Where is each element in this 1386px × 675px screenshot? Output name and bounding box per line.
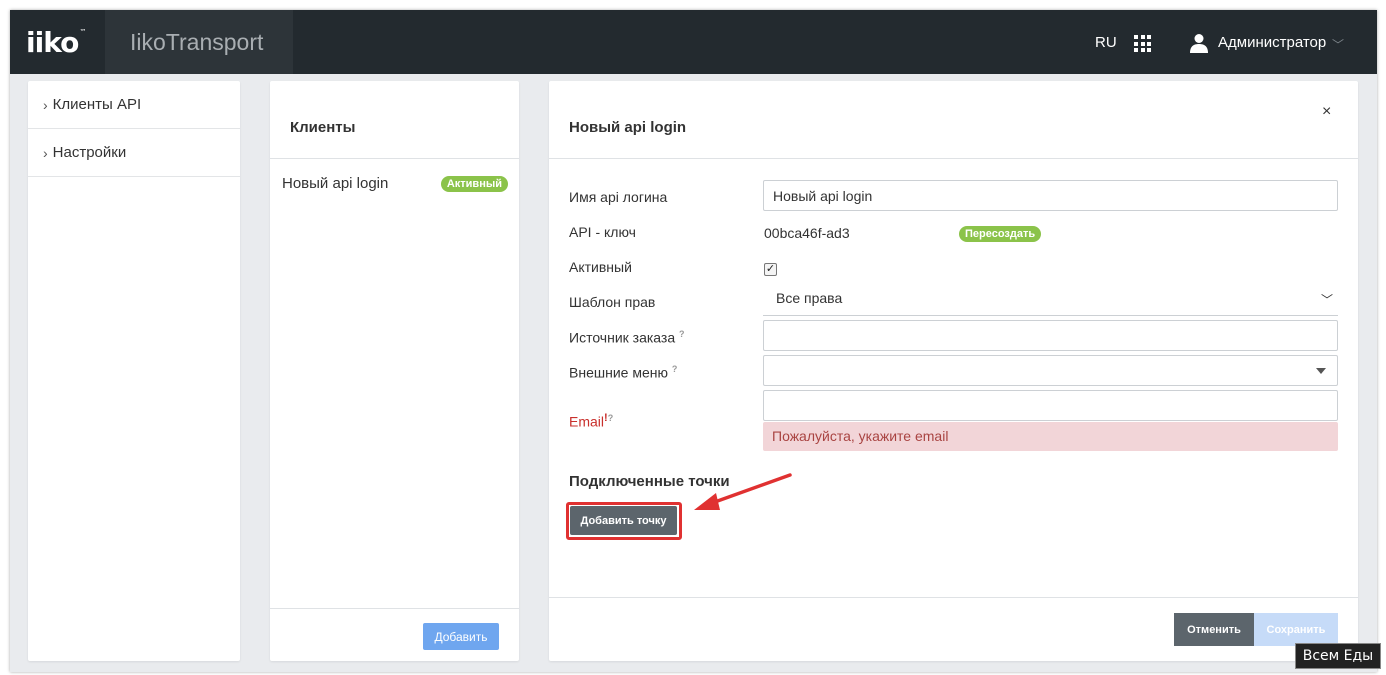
apps-grid-icon[interactable] <box>1134 35 1151 52</box>
app-window: iiko ™ IikoTransport RU Администратор ﹀ ›… <box>10 10 1377 672</box>
client-name: Новый api login <box>282 175 389 192</box>
email-input[interactable] <box>763 390 1338 421</box>
regenerate-key-button[interactable]: Пересоздать <box>959 226 1042 242</box>
active-checkbox[interactable]: ✓ <box>764 263 777 276</box>
language-switch[interactable]: RU <box>1095 34 1117 51</box>
clients-title: Клиенты <box>290 119 356 136</box>
help-icon[interactable]: ? <box>679 329 685 339</box>
close-icon[interactable]: × <box>1322 103 1331 121</box>
email-label: Email!? <box>569 412 613 430</box>
chevron-down-icon[interactable]: ﹀ <box>1332 36 1344 53</box>
sidebar-item-api-clients[interactable]: › Клиенты API <box>28 81 240 129</box>
sidebar: › Клиенты API › Настройки <box>28 81 240 661</box>
client-list-item[interactable]: Новый api login Активный <box>282 175 508 195</box>
user-icon[interactable] <box>1190 33 1208 53</box>
active-label: Активный <box>569 259 632 275</box>
api-key-label: API - ключ <box>569 224 636 240</box>
external-menu-dropdown[interactable] <box>763 355 1338 386</box>
iiko-logo[interactable]: iiko ™ <box>26 25 86 59</box>
add-point-button[interactable]: Добавить точку <box>570 506 677 535</box>
connected-points-title: Подключенные точки <box>569 473 730 490</box>
api-key-value: 00bca46f-ad3 <box>764 225 850 241</box>
status-badge: Активный <box>440 176 508 192</box>
order-source-input[interactable] <box>763 320 1338 351</box>
cancel-button[interactable]: Отменить <box>1174 613 1254 646</box>
help-icon[interactable]: ? <box>672 364 678 374</box>
add-client-button[interactable]: Добавить <box>423 623 499 650</box>
divider <box>270 158 519 159</box>
rights-template-value: Все права <box>776 290 843 306</box>
app-name-box[interactable]: IikoTransport <box>105 10 293 74</box>
sidebar-item-label: Клиенты API <box>52 96 142 113</box>
logo-trademark: ™ <box>79 28 86 36</box>
email-error-message: Пожалуйста, укажите email <box>763 422 1338 451</box>
user-name[interactable]: Администратор <box>1218 34 1326 51</box>
sidebar-item-label: Настройки <box>52 144 127 161</box>
form-title: Новый api login <box>569 119 687 136</box>
help-icon[interactable]: ? <box>608 413 614 423</box>
email-label-text: Email <box>569 413 605 430</box>
logo-text: iiko <box>26 25 79 59</box>
save-button[interactable]: Сохранить <box>1254 613 1338 646</box>
rights-template-label: Шаблон прав <box>569 294 656 310</box>
sidebar-item-settings[interactable]: › Настройки <box>28 129 240 177</box>
tooltip: Всем Еды <box>1295 643 1381 669</box>
order-source-label-text: Источник заказа <box>569 329 676 346</box>
chevron-down-icon: ﹀ <box>1320 293 1333 307</box>
api-login-form: Новый api login × Имя api логина API - к… <box>549 81 1358 661</box>
divider <box>549 158 1358 159</box>
divider <box>549 597 1358 598</box>
caret-down-icon <box>1316 368 1326 374</box>
top-bar: iiko ™ IikoTransport RU Администратор ﹀ <box>10 10 1377 74</box>
external-menu-label: Внешние меню ? <box>569 364 677 381</box>
login-name-label: Имя api логина <box>569 189 668 205</box>
divider <box>270 608 519 609</box>
chevron-right-icon: › <box>43 144 48 161</box>
chevron-right-icon: › <box>43 96 48 113</box>
order-source-label: Источник заказа ? <box>569 329 685 346</box>
external-menu-label-text: Внешние меню <box>569 364 668 381</box>
clients-panel: Клиенты Новый api login Активный Добавит… <box>270 81 519 661</box>
rights-template-select[interactable]: Все права ﹀ <box>763 290 1338 316</box>
login-name-input[interactable] <box>763 180 1338 211</box>
app-name: IikoTransport <box>130 28 264 55</box>
